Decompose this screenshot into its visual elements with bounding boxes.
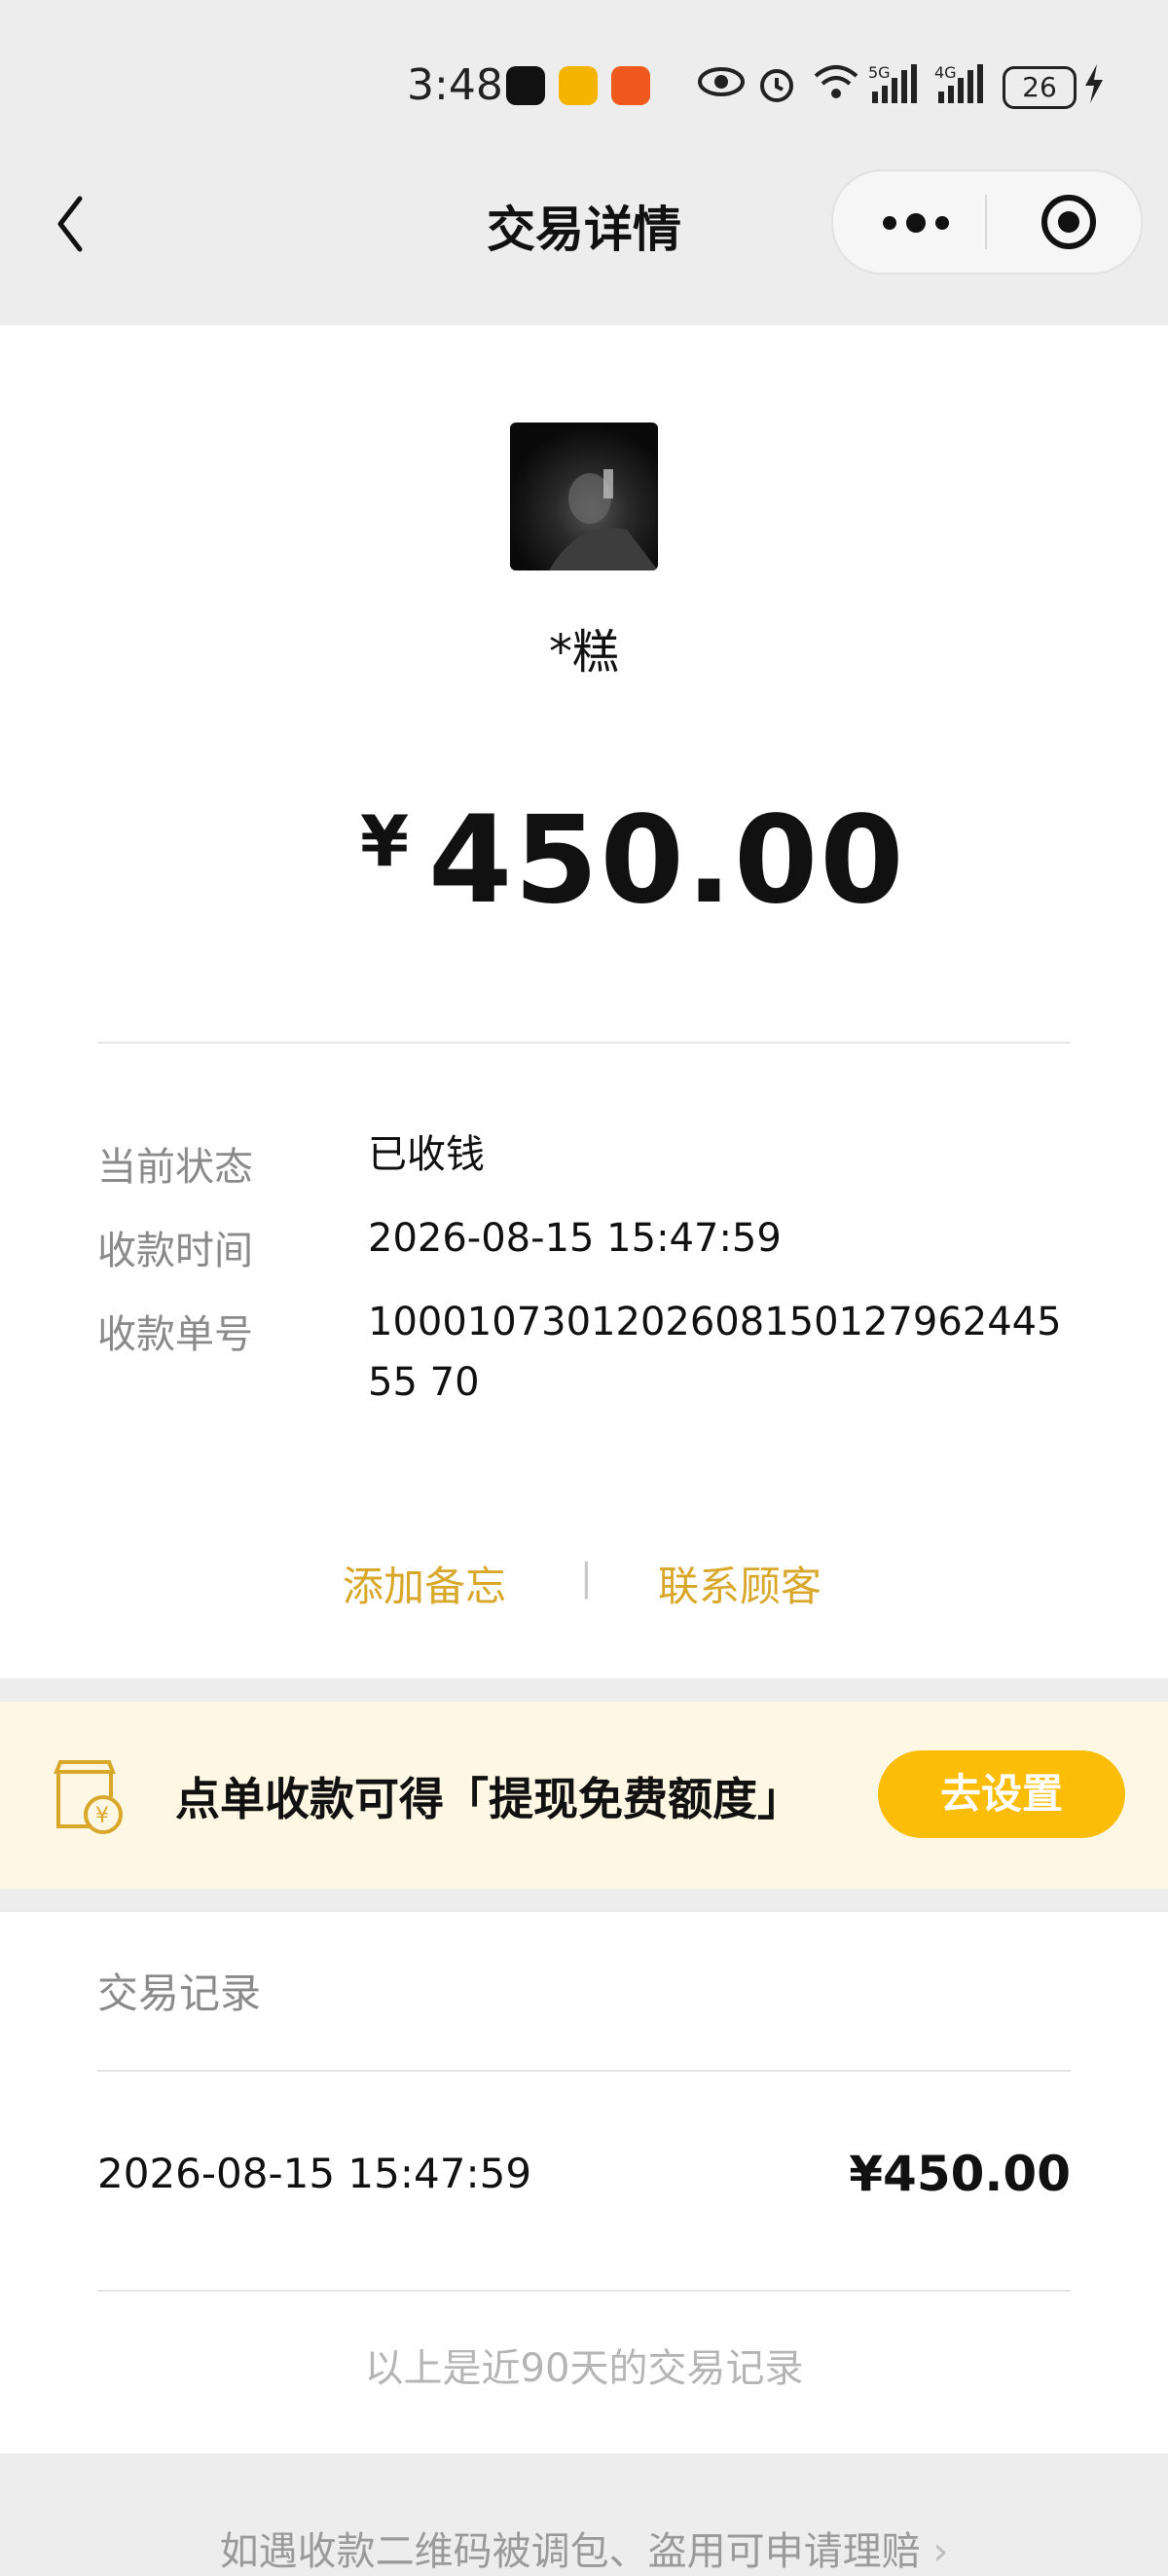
shop-yuan-icon: ¥ [51,1758,125,1836]
status-value: 已收钱 [368,1132,485,1177]
claim-link-text: 如遇收款二维码被调包、盗用可申请理赔 [219,2529,921,2574]
transaction-card: *糕 ¥ 450.00 当前状态 已收钱 收款时间 2026-08-15 15:… [0,325,1168,1678]
amount-currency: ¥ [360,800,410,882]
avatar [510,423,658,570]
mail-notification-icon [559,66,598,105]
chevron-right-icon: › [932,2529,949,2574]
svg-text:¥: ¥ [95,1804,109,1828]
signal-5g-icon: 5G [868,62,923,116]
svg-text:4G: 4G [934,63,957,82]
charging-icon [1082,62,1106,114]
order-number-label: 收款单号 [97,1312,253,1357]
taobao-notification-icon [611,66,650,105]
more-button[interactable] [872,199,960,247]
status-label: 当前状态 [97,1145,253,1190]
records-title: 交易记录 [97,1969,262,2017]
status-bar: 3:48 5G 4G 26 [0,0,1168,166]
record-time: 2026-08-15 15:47:59 [97,2150,532,2197]
svg-text:5G: 5G [868,63,891,82]
capsule-divider [985,195,987,249]
wifi-icon [812,62,860,112]
amount-value: 450.00 [428,791,906,931]
battery-indicator: 26 [1003,66,1077,109]
contact-customer-link[interactable]: 联系顾客 [658,1554,821,1613]
order-number-value: 100010730120260815012796244555 70 [368,1300,1062,1405]
time-label: 收款时间 [97,1229,253,1273]
time-value: 2026-08-15 15:47:59 [368,1216,782,1261]
payer-name: *糕 [548,625,619,680]
eye-icon [697,62,746,112]
promo-text: 点单收款可得「提现免费额度」 [175,1773,802,1825]
target-close-icon [1041,195,1096,249]
mini-program-capsule [831,169,1143,275]
divider [97,1042,1071,1044]
add-note-link[interactable]: 添加备忘 [343,1554,506,1613]
signal-4g-icon: 4G [934,62,989,116]
more-dots-icon [883,213,949,233]
claim-compensation-link[interactable]: 如遇收款二维码被调包、盗用可申请理赔 › [0,2520,1168,2576]
records-card: 交易记录 2026-08-15 15:47:59 ¥450.00 以上是近90天… [0,1912,1168,2453]
records-note: 以上是近90天的交易记录 [364,2346,804,2391]
record-amount: ¥450.00 [849,2146,1071,2202]
status-time: 3:48 [407,60,503,110]
alarm-icon [755,62,798,116]
go-settings-button[interactable]: 去设置 [878,1750,1125,1838]
promo-banner: ¥ 点单收款可得「提现免费额度」 去设置 [0,1702,1168,1889]
action-separator: | [580,1556,593,1599]
divider [97,2290,1071,2292]
close-mini-program-button[interactable] [1040,193,1098,251]
tiktok-notification-icon [506,66,545,105]
divider [97,2070,1071,2072]
